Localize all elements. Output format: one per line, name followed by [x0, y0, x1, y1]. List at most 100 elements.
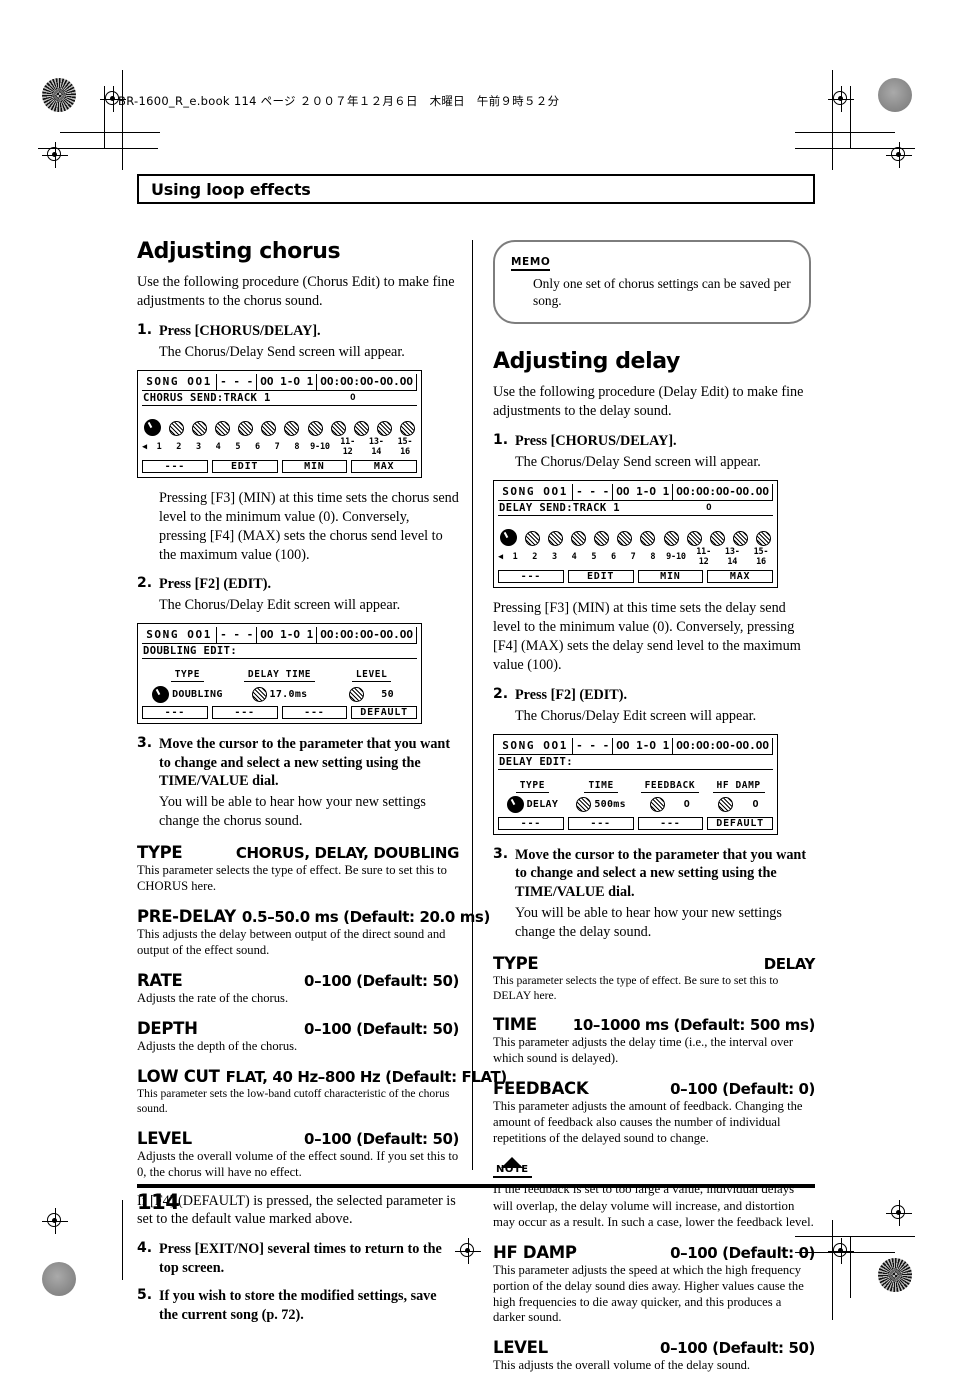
send-level-knob-icon[interactable] — [686, 531, 702, 547]
send-level-knob-icon[interactable] — [732, 531, 748, 547]
send-level-knob-icon[interactable] — [353, 421, 369, 437]
fkey-f1[interactable]: --- — [498, 816, 564, 830]
left-step-3-title: Move the cursor to the parameter that yo… — [159, 736, 451, 789]
memo-text: Only one set of chorus settings can be s… — [533, 276, 791, 309]
right-step-2-title: Press [F2] (EDIT). — [515, 686, 628, 703]
registration-mark-bottom-right — [886, 1200, 912, 1226]
fkey-f1[interactable]: --- — [142, 706, 208, 720]
lcd-param-feedback-value: O — [683, 799, 691, 811]
lcd-delay-send-measure: OO 1-O 1 — [612, 484, 672, 501]
right-param-feedback-desc: This parameter adjusts the amount of fee… — [493, 1099, 803, 1146]
lcd-param-time[interactable]: TIME 500ms — [567, 773, 636, 814]
send-level-knob-icon[interactable] — [399, 421, 415, 437]
lcd-param-type-row: DELAY — [498, 796, 567, 814]
param-knob-icon[interactable] — [718, 797, 734, 813]
registration-mark-top-right — [886, 142, 912, 168]
right-param-hf-damp-desc: This parameter adjusts the speed at whic… — [493, 1262, 804, 1325]
send-level-knob-icon[interactable] — [376, 421, 392, 437]
lcd-delay-send-title: DELAY SEND:TRACK 1 — [499, 502, 620, 515]
right-step-1-number: 1. — [493, 431, 509, 448]
lcd-chorus-send-time: OO:OO:OO-OO.OO — [316, 374, 417, 391]
memo-tag-label: MEMO — [511, 256, 551, 271]
send-level-knob-icon[interactable] — [709, 531, 725, 547]
left-step-5-title: If you wish to store the modified settin… — [159, 1288, 437, 1323]
send-level-knob-icon[interactable] — [144, 419, 161, 437]
send-level-knob-icon[interactable] — [500, 529, 517, 547]
fkey-f2[interactable]: --- — [567, 816, 634, 830]
fkey-f3-min[interactable]: MIN — [281, 460, 348, 474]
fkey-f1[interactable]: --- — [498, 570, 564, 584]
send-level-knob-icon[interactable] — [594, 531, 610, 547]
fkey-f2[interactable]: --- — [211, 706, 278, 720]
lcd-param-level[interactable]: LEVEL 50 — [326, 662, 417, 703]
crop-line-top-right-h — [795, 148, 915, 149]
param-knob-icon[interactable] — [152, 685, 170, 703]
chapter-banner-label: Using loop effects — [151, 179, 311, 199]
send-level-knob-icon[interactable] — [330, 421, 346, 437]
param-knob-icon[interactable] — [649, 797, 665, 813]
right-param-feedback-value: 0–100 (Default: 0) — [670, 1080, 815, 1099]
crop-line-top-left-h — [38, 148, 158, 149]
lcd-doubling-edit-titlebar: DOUBLING EDIT: — [142, 643, 417, 660]
track-label: 2 — [532, 552, 538, 563]
send-level-knob-icon[interactable] — [617, 531, 633, 547]
lcd-chorus-send-screen: SONG OO1 - - - OO 1-O 1 OO:OO:OO-OO.OO C… — [137, 370, 422, 479]
fkey-f3[interactable]: --- — [281, 706, 348, 720]
param-knob-icon[interactable] — [349, 686, 365, 702]
send-level-knob-icon[interactable] — [169, 421, 185, 437]
lcd-param-type[interactable]: TYPE DOUBLING — [142, 662, 233, 703]
lcd-delay-edit-measure: OO 1-O 1 — [612, 737, 672, 754]
left-section-intro: Use the following procedure (Chorus Edit… — [137, 274, 455, 310]
fkey-f2-edit[interactable]: EDIT — [567, 570, 634, 584]
fkey-f3[interactable]: --- — [637, 816, 704, 830]
print-header-text: BR-1600_R_e.book 114 ページ ２００７年１２月６日 木曜日 … — [118, 94, 560, 108]
send-level-knob-icon[interactable] — [192, 421, 208, 437]
param-knob-icon[interactable] — [251, 686, 267, 702]
send-level-knob-icon[interactable] — [571, 531, 587, 547]
left-param-rate-name: RATE — [137, 971, 183, 991]
fkey-f4-default[interactable]: DEFAULT — [351, 706, 417, 720]
fkey-f2-edit[interactable]: EDIT — [211, 460, 278, 474]
fkey-f3-min[interactable]: MIN — [637, 570, 704, 584]
param-knob-icon[interactable] — [576, 797, 592, 813]
send-level-knob-icon[interactable] — [755, 531, 771, 547]
lcd-param-hf-damp[interactable]: HF DAMP O — [704, 773, 773, 814]
crop-line-top-right-v — [832, 70, 833, 170]
send-level-knob-icon[interactable] — [261, 421, 277, 437]
send-level-knob-icon[interactable] — [215, 421, 231, 437]
right-param-level-name: LEVEL — [493, 1338, 548, 1358]
fkey-f4-max[interactable]: MAX — [351, 460, 417, 474]
lcd-delay-edit-titlebar: DELAY EDIT: — [498, 753, 773, 770]
track-label: 15-16 — [753, 547, 769, 568]
send-level-knob-icon[interactable] — [640, 531, 656, 547]
lcd-param-feedback-head: FEEDBACK — [640, 780, 700, 793]
left-step-1: 1. Press [CHORUS/DELAY]. — [137, 322, 459, 340]
left-param-rate-desc: Adjusts the rate of the chorus. — [137, 991, 289, 1006]
left-param-type: TYPE CHORUS, DELAY, DOUBLING — [137, 843, 459, 862]
fkey-f4-max[interactable]: MAX — [707, 570, 773, 584]
send-level-knob-icon[interactable] — [307, 421, 323, 437]
track-label: 1 — [512, 552, 518, 563]
lcd-param-delay-time[interactable]: DELAY TIME 17.0ms — [233, 662, 327, 703]
left-arrow-icon: ◀ — [498, 552, 503, 563]
fkey-f4-default[interactable]: DEFAULT — [707, 816, 773, 830]
left-param-type-value: CHORUS, DELAY, DOUBLING — [235, 844, 460, 863]
send-level-knob-icon[interactable] — [663, 531, 679, 547]
left-step-5-number: 5. — [137, 1287, 153, 1304]
send-level-knob-icon[interactable] — [238, 421, 254, 437]
left-param-low-cut-name: LOW CUT — [137, 1067, 220, 1087]
fkey-f1[interactable]: --- — [142, 460, 208, 474]
lcd-chorus-send-track-labels: ◀ 1 2 3 4 5 6 7 8 9-10 11-12 13-14 15-16 — [142, 436, 417, 459]
right-param-type-desc: This parameter selects the type of effec… — [493, 974, 779, 1002]
right-param-time-name: TIME — [493, 1015, 537, 1035]
right-step-1-title: Press [CHORUS/DELAY]. — [515, 432, 677, 449]
send-level-knob-icon[interactable] — [284, 421, 300, 437]
lcd-doubling-edit-params: TYPE DOUBLING DELAY TIME 17.0ms LEVEL 50 — [142, 659, 417, 705]
send-level-knob-icon[interactable] — [548, 531, 564, 547]
param-knob-icon[interactable] — [506, 796, 524, 814]
track-label: 2 — [176, 442, 182, 453]
left-param-low-cut: LOW CUT FLAT, 40 Hz–800 Hz (Default: FLA… — [137, 1067, 507, 1087]
lcd-param-type[interactable]: TYPE DELAY — [498, 773, 567, 814]
lcd-param-feedback[interactable]: FEEDBACK O — [636, 773, 705, 814]
send-level-knob-icon[interactable] — [525, 531, 541, 547]
